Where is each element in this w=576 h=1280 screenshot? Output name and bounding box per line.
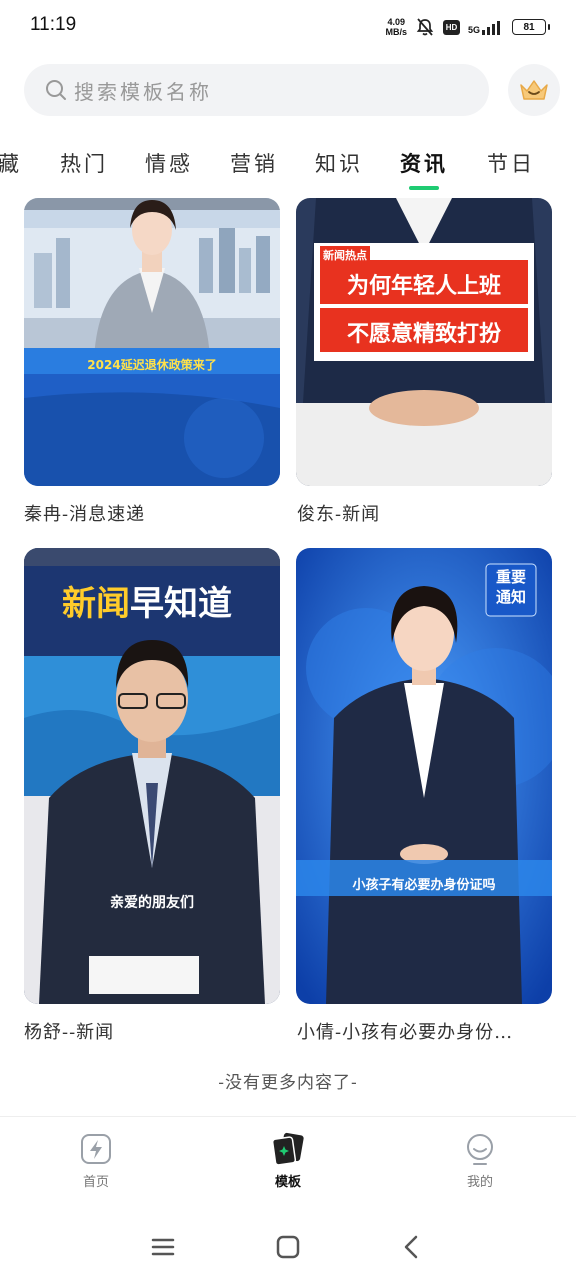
nav-item-templates[interactable]: 模板 bbox=[248, 1131, 328, 1190]
card-4-title[interactable]: 小倩-小孩有必要办身份… bbox=[297, 1018, 553, 1044]
card-4-thumbnail bbox=[296, 548, 552, 1004]
network-type: 5G bbox=[467, 25, 480, 35]
card-4-overlay-badge-line-1: 重要 bbox=[495, 568, 526, 586]
templates-icon bbox=[271, 1132, 304, 1166]
nav-label-templates: 模板 bbox=[274, 1175, 301, 1190]
network-speed: 4.09 MB/s bbox=[385, 17, 407, 37]
tab-emotion[interactable]: 情感 bbox=[145, 148, 193, 178]
crown-icon bbox=[520, 80, 548, 100]
status-time: 11:19 bbox=[30, 14, 77, 35]
category-tabs: 藏 热门 情感 营销 知识 资讯 节日 bbox=[0, 140, 576, 190]
template-card-2[interactable]: 新闻热点 为何年轻人上班 不愿意精致打扮 bbox=[296, 198, 552, 486]
signal-icon bbox=[482, 21, 500, 35]
nav-item-profile[interactable]: 我的 bbox=[440, 1131, 520, 1190]
hd-badge: HD bbox=[442, 19, 460, 35]
menu-icon[interactable] bbox=[148, 1232, 178, 1262]
mute-bell-icon bbox=[416, 18, 434, 36]
card-1-title[interactable]: 秦冉-消息速递 bbox=[24, 500, 280, 526]
tab-hot[interactable]: 热门 bbox=[60, 148, 108, 178]
tab-news[interactable]: 资讯 bbox=[400, 148, 448, 178]
tab-collection[interactable]: 藏 bbox=[0, 148, 22, 178]
card-4-overlay-badge-line-2: 通知 bbox=[495, 588, 526, 606]
tab-marketing[interactable]: 营销 bbox=[230, 148, 278, 178]
no-more-content-text: -没有更多内容了- bbox=[218, 1073, 358, 1093]
card-2-title[interactable]: 俊东-新闻 bbox=[297, 500, 553, 526]
template-card-4[interactable]: 重要 通知 小孩子有必要办身份证吗 bbox=[296, 548, 552, 1004]
network-speed-unit: MB/s bbox=[385, 27, 407, 37]
card-2-overlay-line-2: 不愿意精致打扮 bbox=[346, 322, 501, 347]
network-speed-value: 4.09 bbox=[387, 17, 405, 27]
active-tab-indicator bbox=[409, 186, 439, 190]
card-3-overlay-heading-a: 新闻 bbox=[62, 584, 130, 624]
nav-label-home: 首页 bbox=[82, 1175, 109, 1190]
card-1-thumbnail bbox=[24, 198, 280, 486]
home-square-icon[interactable] bbox=[273, 1232, 303, 1262]
template-card-3[interactable]: 新闻 早知道 亲爱的朋友们 bbox=[24, 548, 280, 1004]
nav-label-profile: 我的 bbox=[466, 1175, 493, 1190]
card-2-overlay-tag: 新闻热点 bbox=[320, 246, 370, 264]
card-1-overlay-caption: 2024延迟退休政策来了 bbox=[87, 358, 217, 372]
card-3-overlay-caption: 亲爱的朋友们 bbox=[110, 895, 194, 911]
search-placeholder: 搜索模板名称 bbox=[74, 79, 212, 104]
system-navigation-bar bbox=[0, 1210, 576, 1280]
nav-item-home[interactable]: 首页 bbox=[56, 1131, 136, 1190]
card-2-overlay-line-1: 为何年轻人上班 bbox=[346, 274, 501, 299]
card-4-overlay-caption: 小孩子有必要办身份证吗 bbox=[352, 878, 496, 893]
battery-indicator: 81 bbox=[512, 19, 550, 35]
vip-crown-button[interactable] bbox=[508, 64, 560, 116]
search-bar[interactable]: 搜索模板名称 bbox=[24, 64, 489, 116]
status-bar: 11:19 4.09 MB/s HD 5G 81 bbox=[0, 0, 576, 52]
search-icon bbox=[46, 80, 66, 100]
profile-icon bbox=[467, 1134, 493, 1165]
tab-festival[interactable]: 节日 bbox=[487, 148, 535, 178]
card-3-title[interactable]: 杨舒--新闻 bbox=[24, 1018, 280, 1044]
status-icons: 4.09 MB/s HD 5G 81 bbox=[385, 14, 550, 40]
bottom-nav: 首页 模板 我的 bbox=[0, 1116, 576, 1206]
card-3-overlay-heading-b: 早知道 bbox=[130, 584, 232, 624]
signal-group: 5G bbox=[468, 19, 504, 35]
back-chevron-icon[interactable] bbox=[397, 1232, 427, 1262]
tab-knowledge[interactable]: 知识 bbox=[315, 148, 363, 178]
template-card-1[interactable]: 2024延迟退休政策来了 bbox=[24, 198, 280, 486]
lightning-icon bbox=[81, 1134, 111, 1164]
